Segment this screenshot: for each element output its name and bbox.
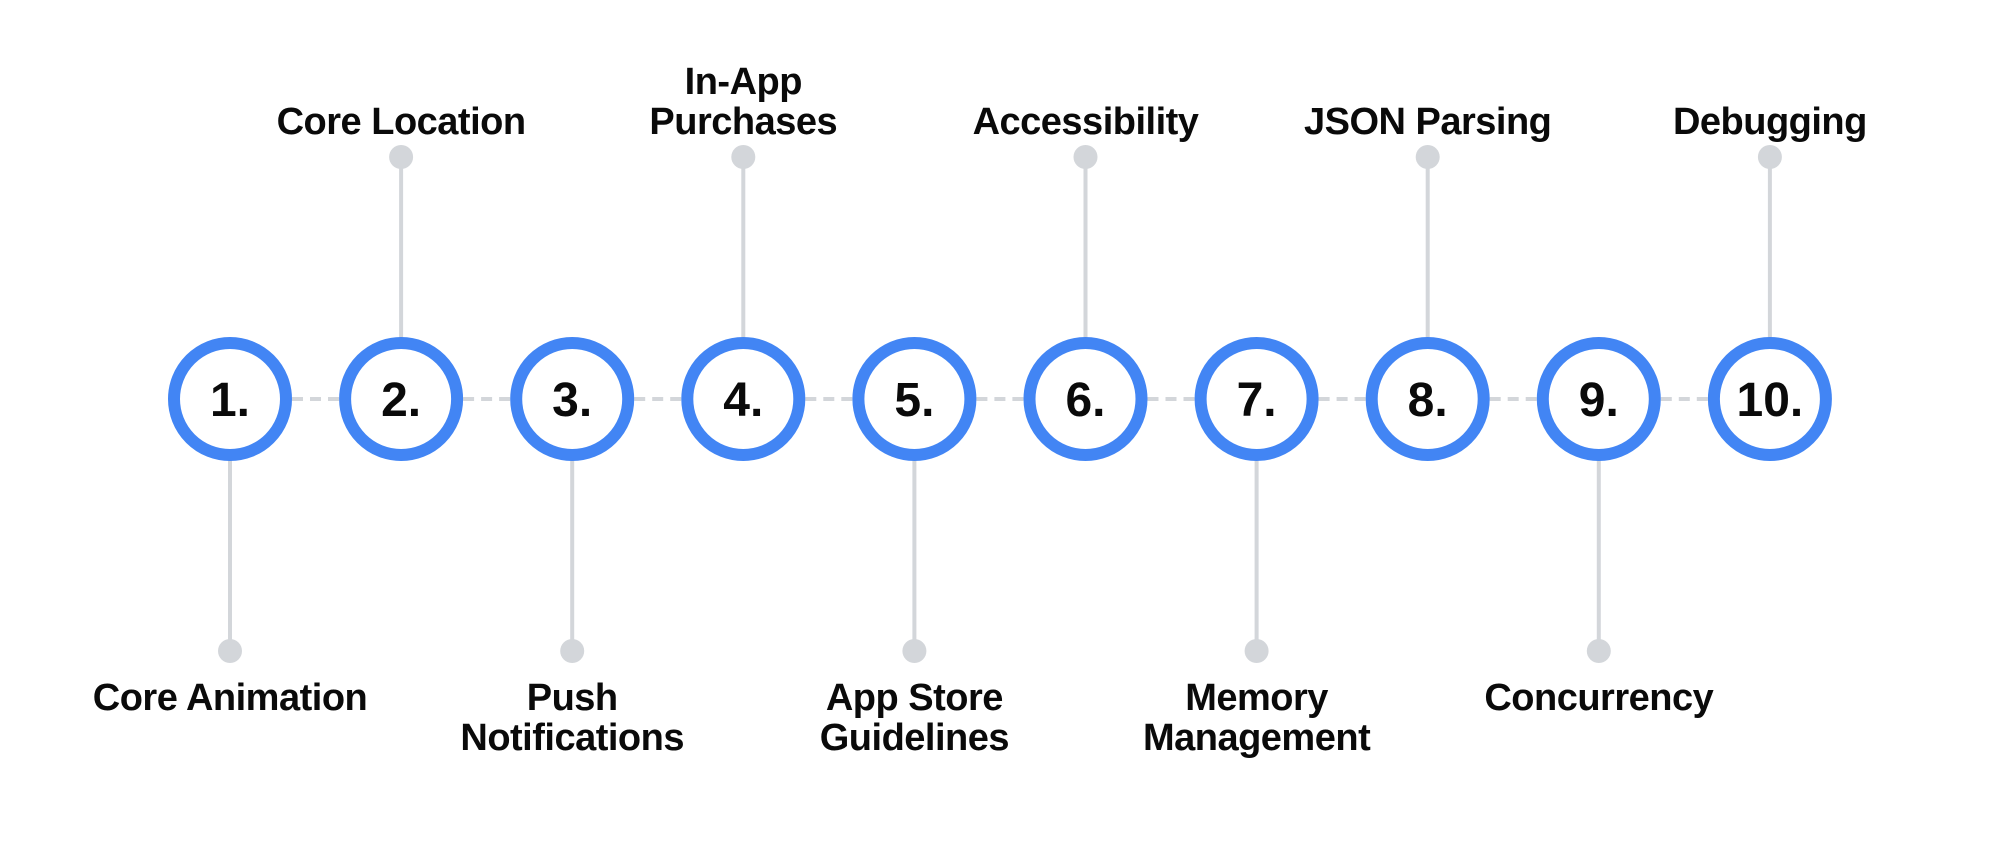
step-label: Concurrency [1484,677,1714,719]
stem-dot [218,639,242,663]
timeline-diagram: 1. 2. 3. 4. 5. 6. 7. 8. 9. 10. Core Animation Core… [0,0,2000,848]
step-label: Debugging [1672,101,1867,143]
step-label: App Store Guidelines [819,677,1010,759]
step-number: 7. [1237,374,1277,427]
stem-dot [1244,639,1269,663]
step-number: 8. [1408,374,1448,427]
step-number: 5. [894,374,934,427]
step-label: In-App Purchases [649,61,838,143]
step-number: 1. [210,374,250,427]
step-number: 3. [552,374,592,427]
stem-dot [1586,639,1611,663]
step-label: Memory Management [1142,677,1371,759]
step-number: 6. [1065,374,1105,427]
stem-dot [389,145,414,169]
step-label: Accessibility [972,101,1199,143]
step-number: 10. [1737,374,1804,427]
step-number: 4. [723,374,763,427]
stem-dot [731,145,756,169]
stem-dot [1757,145,1782,169]
stem-dot [902,639,927,663]
step-label: Core Location [276,101,526,143]
step-number: 2. [381,374,421,427]
step-label: Push Notifications [460,677,684,759]
stem-dot [1415,145,1440,169]
stem-dot [560,639,585,663]
step-label: JSON Parsing [1303,101,1552,143]
step-label: Core Animation [92,677,368,719]
stem-dot [1073,145,1098,169]
step-number: 9. [1579,374,1619,427]
